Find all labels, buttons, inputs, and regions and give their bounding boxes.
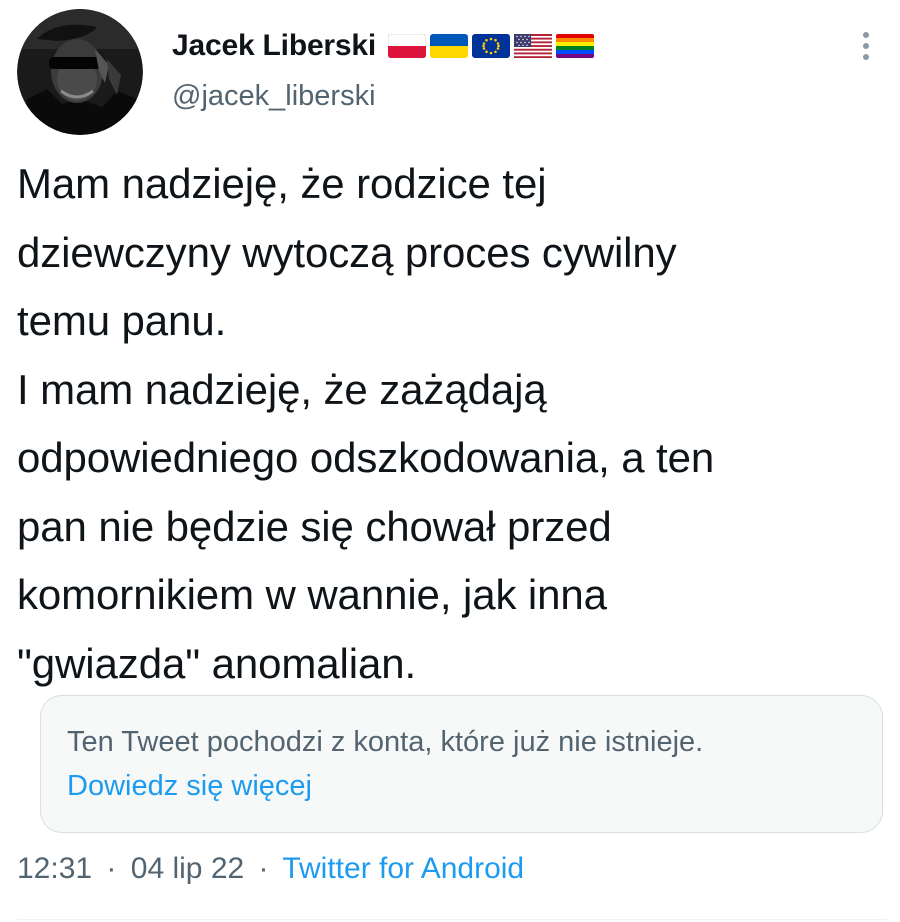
- usa-flag-icon: [514, 34, 553, 58]
- more-options-icon[interactable]: [854, 28, 878, 64]
- avatar-image: [17, 9, 143, 135]
- divider: [17, 919, 887, 920]
- avatar[interactable]: [17, 9, 143, 135]
- ukraine-flag-icon: [430, 34, 469, 58]
- author-name-row: Jacek Liberski: [172, 26, 595, 66]
- eu-flag-icon: [472, 34, 511, 58]
- tweet-text: Mam nadzieję, że rodzice tej dziewczyny …: [17, 160, 715, 687]
- author-display-name[interactable]: Jacek Liberski: [172, 29, 376, 63]
- notice-text: Ten Tweet pochodzi z konta, które już ni…: [67, 726, 704, 758]
- author-flags: [388, 34, 595, 58]
- poland-flag-icon: [388, 34, 427, 58]
- deleted-account-notice: Ten Tweet pochodzi z konta, które już ni…: [40, 695, 883, 833]
- meta-separator: ·: [258, 852, 269, 885]
- rainbow-flag-icon: [556, 34, 595, 58]
- meta-separator: ·: [106, 852, 117, 885]
- tweet-meta: 12:31 · 04 lip 22 · Twitter for Android: [17, 852, 524, 886]
- tweet-date[interactable]: 04 lip 22: [131, 852, 244, 885]
- author-handle[interactable]: @jacek_liberski: [172, 80, 376, 113]
- learn-more-link[interactable]: Dowiedz się więcej: [67, 770, 312, 803]
- tweet-time[interactable]: 12:31: [17, 852, 92, 885]
- tweet-source-link[interactable]: Twitter for Android: [282, 852, 524, 885]
